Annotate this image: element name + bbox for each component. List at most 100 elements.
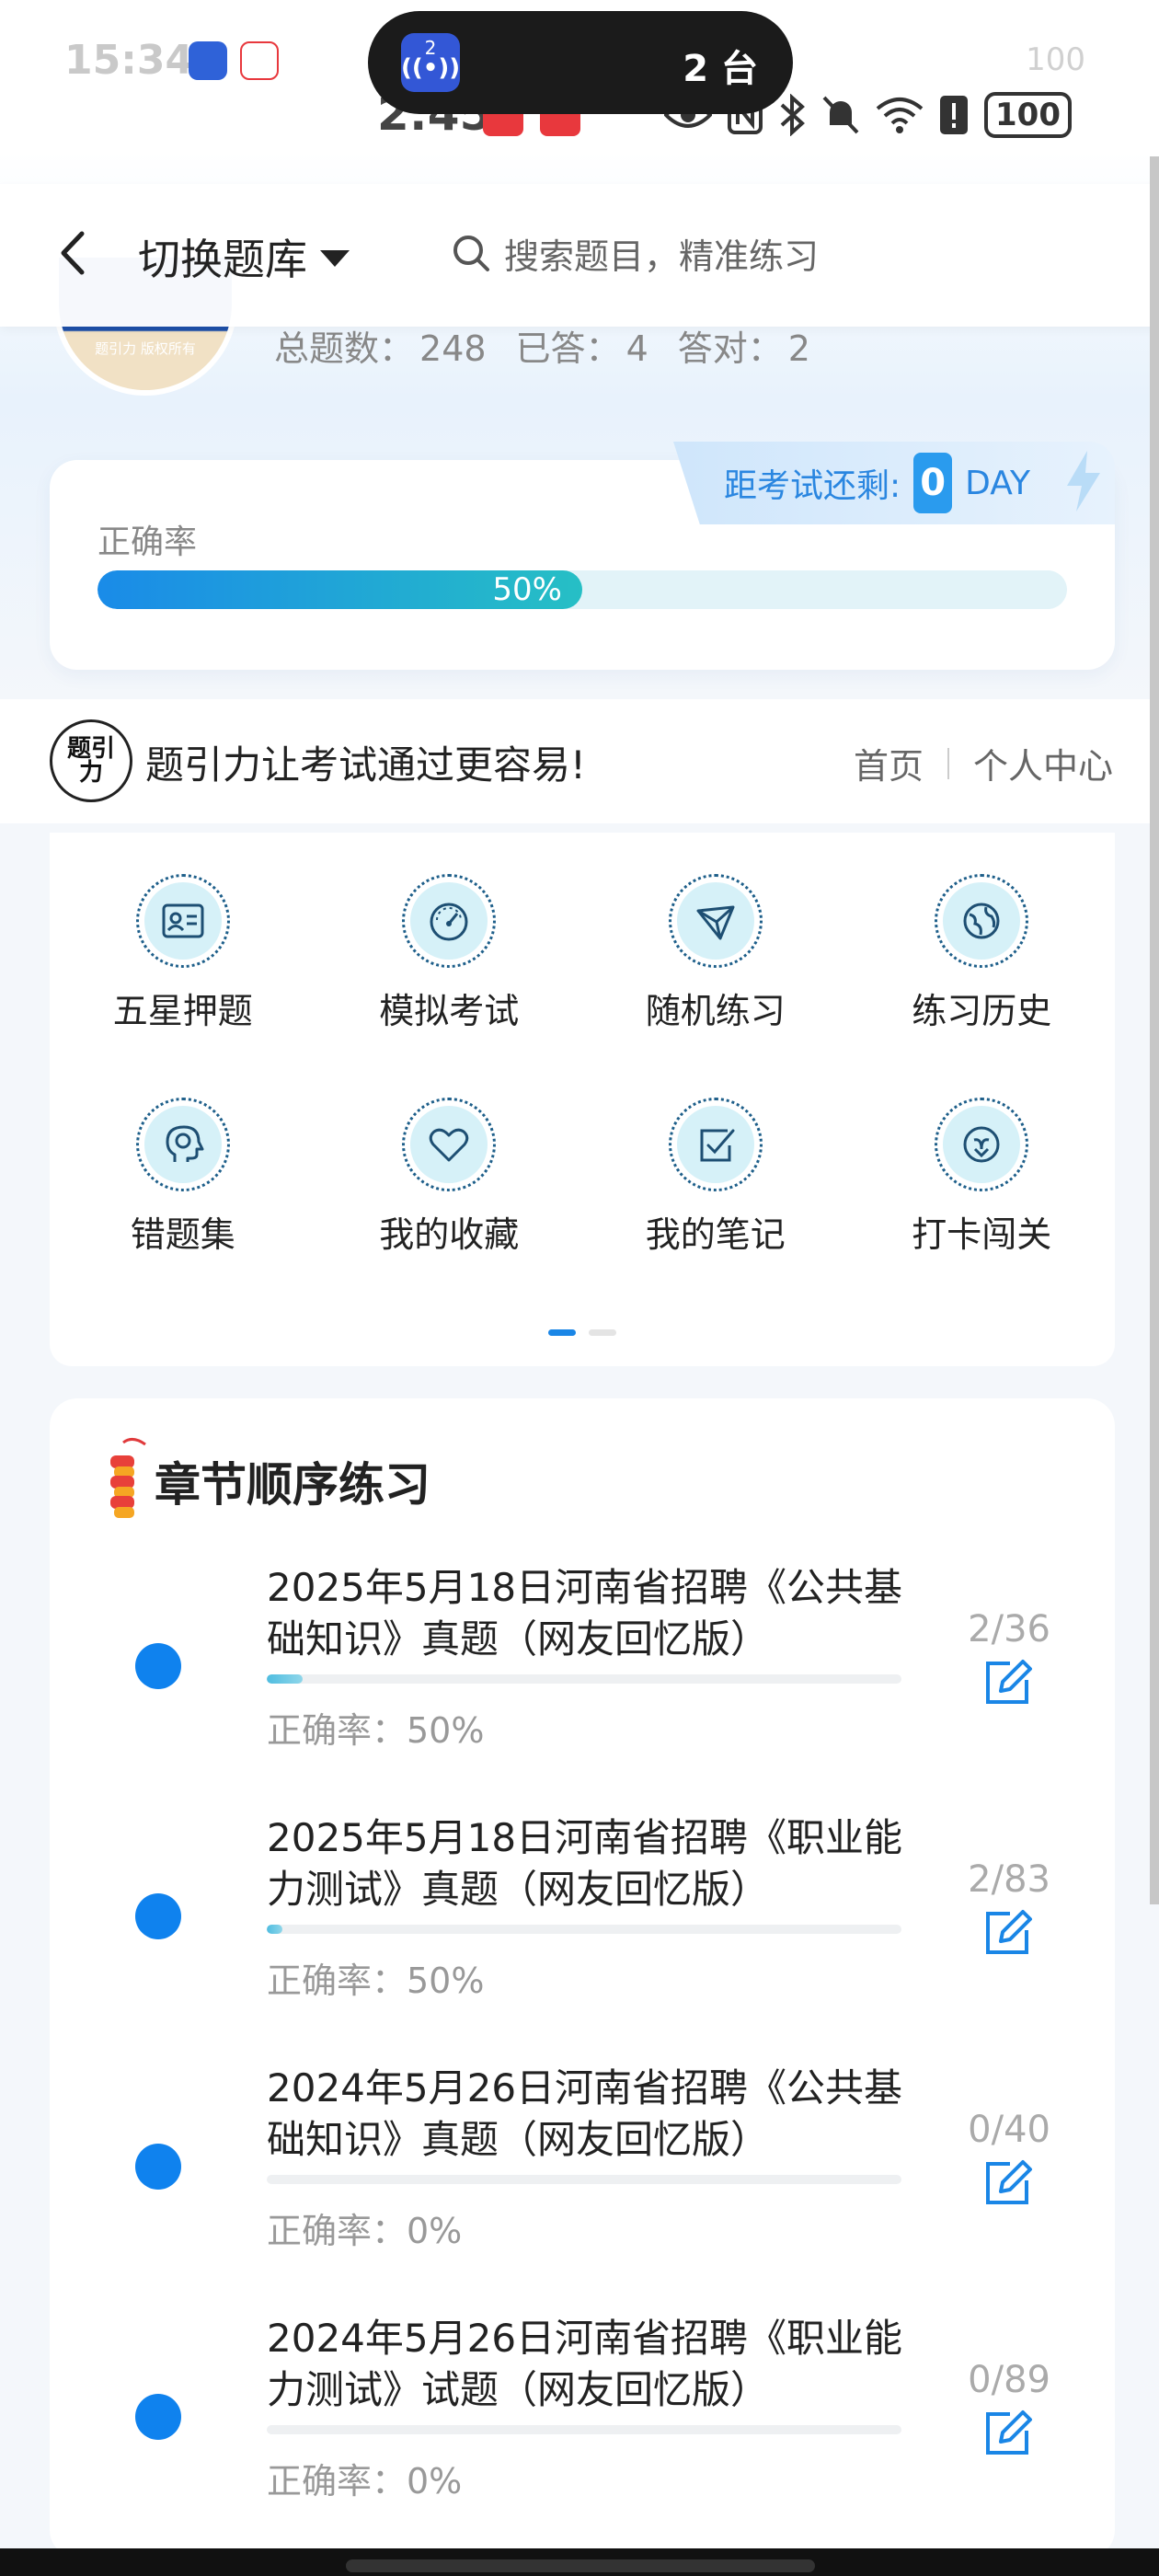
chapter-item[interactable]: 2024年5月26日河南省招聘《公共基础知识》真题（网友回忆版） 正确率：0% … — [50, 2063, 1115, 2313]
chapter-section-title: 章节顺序练习 — [155, 1458, 430, 1512]
search-input[interactable]: 搜索题目，精准练习 — [423, 207, 1108, 299]
accuracy-percent: 50% — [492, 571, 562, 608]
chapter-progress-bar — [267, 2425, 901, 2434]
chapter-dot — [135, 1893, 181, 1939]
feature-label: 模拟考试 — [379, 991, 520, 1031]
chapter-dot — [135, 1643, 181, 1689]
dynamic-island[interactable]: 2 ((•)) 2 台 — [368, 11, 793, 114]
heart-icon — [430, 1128, 469, 1162]
feature-label: 我的收藏 — [379, 1214, 520, 1255]
chapter-accuracy: 正确率：0% — [267, 2211, 463, 2251]
chapter-progress-count: 0/89 — [968, 2359, 1050, 2401]
feature-label: 我的笔记 — [645, 1214, 786, 1255]
chapter-item[interactable]: 2025年5月18日河南省招聘《公共基础知识》真题（网友回忆版） 正确率：50%… — [50, 1562, 1115, 1812]
ghost-battery: 100 — [1026, 41, 1085, 78]
chapter-accuracy: 正确率：50% — [267, 1710, 485, 1751]
chapter-dot — [135, 2394, 181, 2440]
chapter-progress-bar — [267, 2175, 901, 2184]
accuracy-label: 正确率 — [98, 523, 198, 561]
pager-dot[interactable] — [589, 1329, 616, 1336]
scrollbar[interactable] — [1150, 156, 1159, 1904]
link-divider — [947, 747, 949, 779]
countdown-label: 距考试还剩: — [724, 467, 901, 505]
chapter-item[interactable]: 2025年5月18日河南省招聘《职业能力测试》真题（网友回忆版） 正确率：50%… — [50, 1812, 1115, 2063]
random-cube-icon — [696, 905, 735, 940]
head-brain-icon — [166, 1125, 204, 1162]
accuracy-progress-fill: 50% — [98, 570, 582, 609]
brand-logo-text: 题引力 — [66, 735, 115, 787]
edit-icon[interactable] — [982, 1906, 1034, 1958]
feature-icon-ring — [135, 874, 230, 968]
chapter-progress-bar — [267, 1674, 901, 1684]
ghost-status-time: 15:34 — [64, 37, 194, 84]
switch-bank-dropdown[interactable]: 切换题库 — [138, 226, 350, 287]
notification-app-icons — [189, 41, 279, 80]
feature-favorites[interactable]: 我的收藏 — [316, 1098, 583, 1257]
feature-pager — [50, 1329, 1115, 1336]
lightning-icon — [1067, 451, 1100, 512]
chapter-header: 章节顺序练习 — [103, 1435, 430, 1527]
edit-icon[interactable] — [982, 2407, 1034, 2458]
notification-app-icon — [240, 41, 279, 80]
feature-practice-history[interactable]: 练习历史 — [849, 874, 1116, 1033]
chapter-accuracy: 正确率：50% — [267, 1961, 485, 2001]
feature-icon-ring — [668, 874, 763, 968]
cast-devices-label: 2 台 — [683, 48, 758, 90]
globe-history-icon — [963, 903, 1000, 939]
caret-down-icon — [320, 250, 350, 267]
feature-label: 随机练习 — [645, 991, 786, 1031]
question-stats: 总题数： 248 已答： 4 答对： 2 — [274, 320, 810, 371]
chapter-item-title: 2025年5月18日河南省招聘《职业能力测试》真题（网友回忆版） — [267, 1815, 903, 1912]
cast-icon: 2 ((•)) — [401, 33, 460, 92]
brand-slogan: 题引力让考试通过更容易! — [145, 742, 586, 788]
stat-correct: 答对： 2 — [678, 320, 810, 371]
feature-icon-ring — [135, 1098, 230, 1191]
home-link[interactable]: 首页 — [854, 738, 924, 788]
chapter-item-title: 2024年5月26日河南省招聘《职业能力测试》试题（网友回忆版） — [267, 2316, 903, 2412]
firecracker-icon — [110, 1438, 146, 1518]
feature-checkin[interactable]: 打卡闯关 — [849, 1098, 1116, 1257]
feature-icon-ring — [402, 1098, 497, 1191]
feature-icon-ring — [935, 1098, 1029, 1191]
feature-random-practice[interactable]: 随机练习 — [582, 874, 849, 1033]
stat-answered-value: 4 — [625, 328, 648, 369]
chapter-practice-card: 章节顺序练习 2025年5月18日河南省招聘《公共基础知识》真题（网友回忆版） … — [50, 1398, 1115, 2558]
chapter-accuracy: 正确率：0% — [267, 2461, 463, 2501]
id-card-icon — [162, 903, 204, 938]
wifi-icon — [876, 98, 924, 133]
note-check-icon — [700, 1129, 735, 1162]
feature-notes[interactable]: 我的笔记 — [582, 1098, 849, 1257]
back-arrow-icon[interactable] — [51, 221, 97, 285]
edit-icon[interactable] — [982, 2156, 1034, 2208]
chapter-item-title: 2024年5月26日河南省招聘《公共基础知识》真题（网友回忆版） — [267, 2065, 903, 2162]
chapter-progress-fill — [267, 1925, 282, 1934]
feature-wrong-questions[interactable]: 错题集 — [50, 1098, 316, 1257]
pager-dot-active[interactable] — [548, 1329, 576, 1336]
chapter-progress-bar — [267, 1925, 901, 1934]
feature-five-star[interactable]: 五星押题 — [50, 874, 316, 1033]
stat-correct-label: 答对： — [677, 328, 783, 369]
edit-icon[interactable] — [982, 1656, 1034, 1708]
stat-answered-label: 已答： — [515, 328, 621, 369]
feature-mock-exam[interactable]: 模拟考试 — [316, 874, 583, 1033]
countdown-days: 0 — [913, 453, 953, 513]
sim-alert-icon — [940, 96, 969, 134]
countdown-unit: DAY — [965, 464, 1031, 502]
chapter-dot — [135, 2144, 181, 2190]
chapter-item[interactable]: 2024年5月26日河南省招聘《职业能力测试》试题（网友回忆版） 正确率：0% … — [50, 2313, 1115, 2563]
chapter-progress-count: 2/83 — [968, 1858, 1050, 1901]
brand-logo: 题引力 — [50, 719, 132, 802]
accuracy-card: 距考试还剩: 0 DAY 正确率 50% — [50, 442, 1115, 670]
speedometer-icon — [430, 903, 468, 941]
profile-link[interactable]: 个人中心 — [973, 738, 1113, 788]
feature-icon-ring — [402, 874, 497, 968]
avatar-copyright: 题引力 版权所有 — [95, 340, 196, 357]
home-indicator[interactable] — [346, 2559, 815, 2572]
bell-muted-icon — [822, 96, 859, 134]
feature-icon-ring — [668, 1098, 763, 1191]
switch-bank-label: 切换题库 — [138, 235, 307, 284]
exam-countdown: 距考试还剩: 0 DAY — [673, 442, 1115, 524]
accuracy-progress-bar: 50% — [98, 570, 1067, 609]
battery-indicator: 100 — [984, 92, 1072, 138]
stat-total-value: 248 — [419, 328, 487, 369]
